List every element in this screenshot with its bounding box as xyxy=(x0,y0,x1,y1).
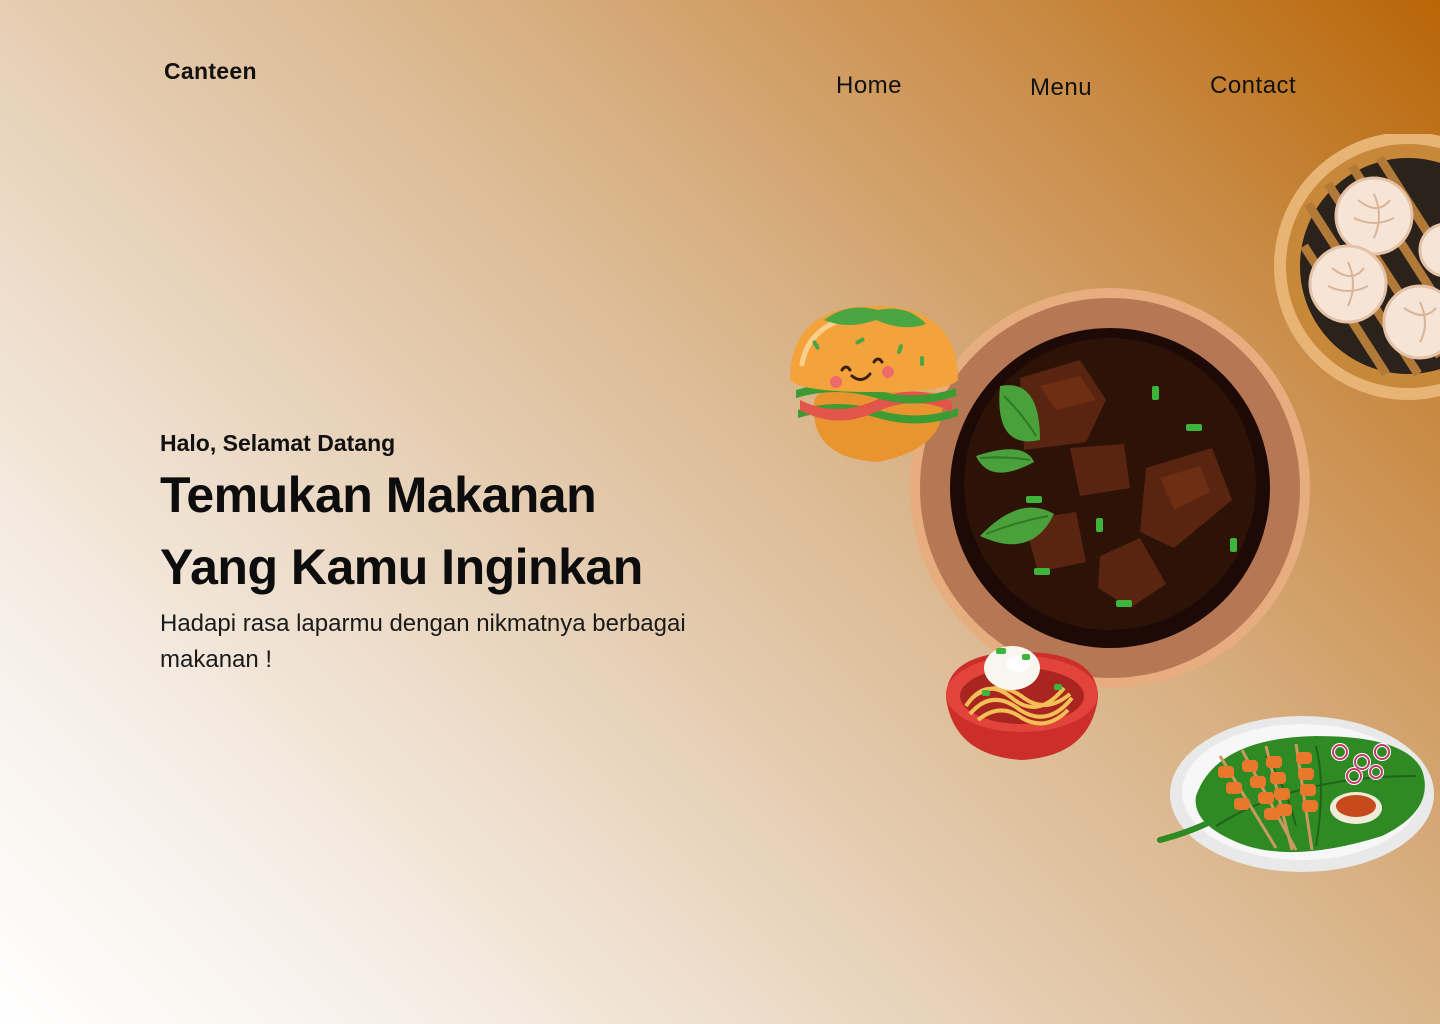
nav-menu-link[interactable]: Menu xyxy=(1030,74,1092,102)
burger-icon xyxy=(788,300,960,466)
soup-bowl-icon xyxy=(910,288,1310,688)
hero-headline-line1: Temukan Makanan xyxy=(160,467,597,523)
satay-plate-icon xyxy=(1156,716,1436,876)
hero-subtitle: Hadapi rasa laparmu dengan nikmatnya ber… xyxy=(160,610,686,673)
nav-contact-link[interactable]: Contact xyxy=(1210,72,1296,100)
brand-logo[interactable]: Canteen xyxy=(164,58,257,85)
noodle-bowl-icon xyxy=(942,640,1100,764)
hero-headline-line2: Yang Kamu Inginkan xyxy=(160,539,643,595)
nav-home-link[interactable]: Home xyxy=(836,72,902,100)
hero-greeting: Halo, Selamat Datang xyxy=(160,430,396,456)
